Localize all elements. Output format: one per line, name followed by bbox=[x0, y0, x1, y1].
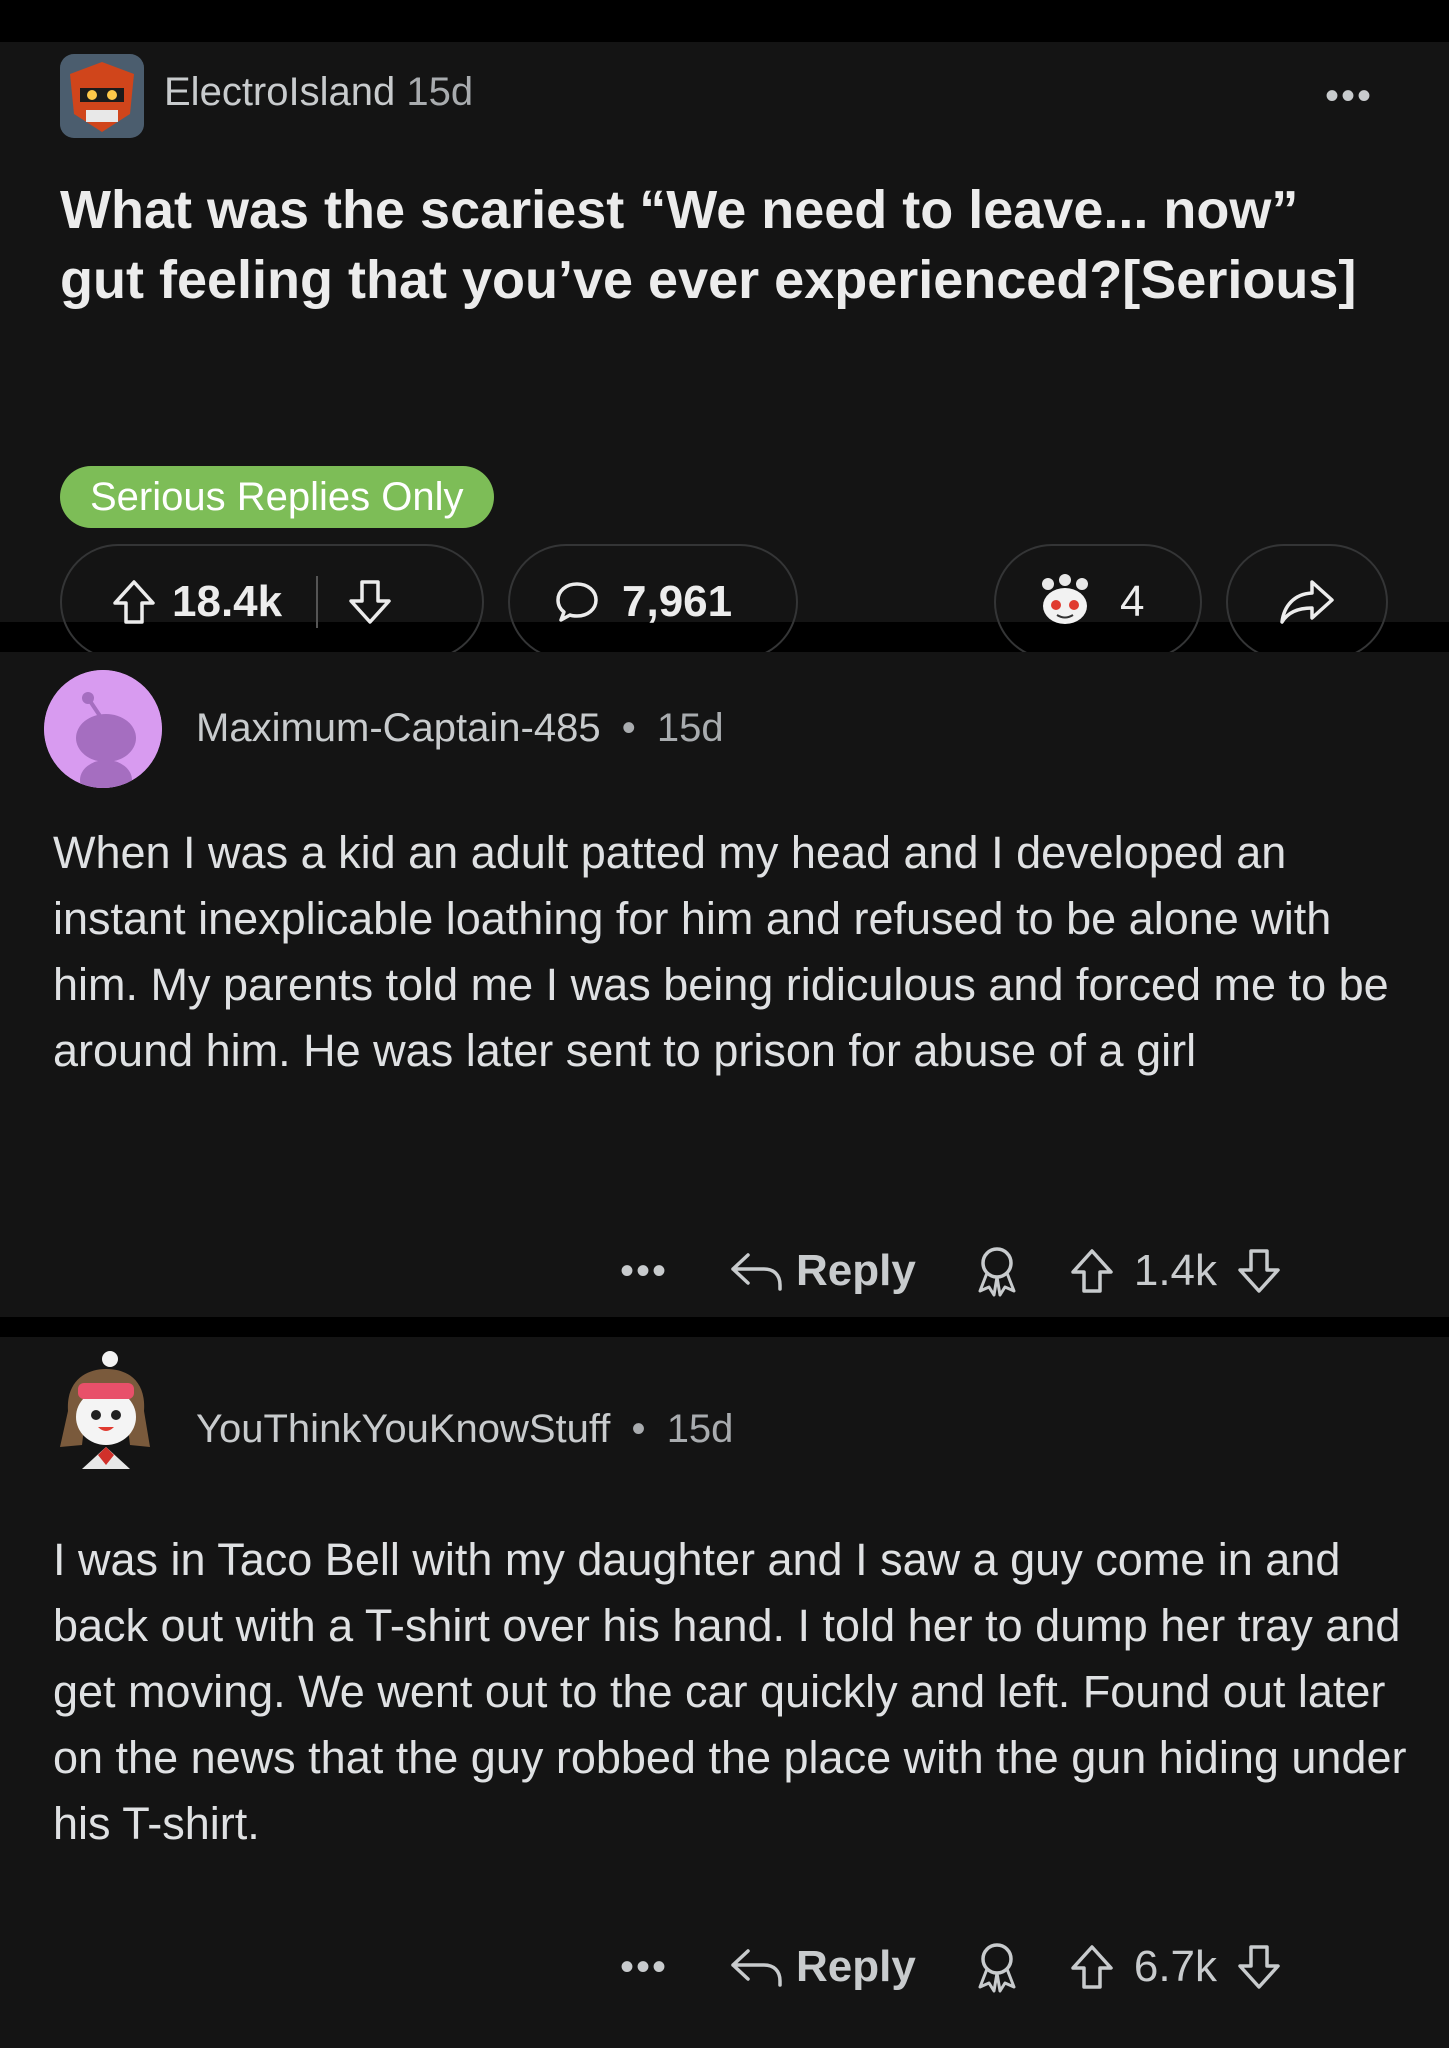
post-flair[interactable]: Serious Replies Only bbox=[60, 466, 494, 528]
comment-actions: ••• Reply 1.4k bbox=[620, 1245, 1281, 1297]
vote-divider bbox=[316, 576, 319, 628]
comment-card: YouThinkYouKnowStuff • 15d I was in Taco… bbox=[0, 1337, 1449, 2048]
award-count: 4 bbox=[1120, 577, 1145, 626]
comment-age: 15d bbox=[656, 706, 724, 750]
comment-icon bbox=[554, 580, 600, 624]
downvote-icon[interactable] bbox=[1237, 1944, 1281, 1990]
comment-author[interactable]: YouThinkYouKnowStuff bbox=[196, 1407, 610, 1451]
post-card: ElectroIsland 15d ••• What was the scari… bbox=[0, 42, 1449, 660]
comment-author[interactable]: Maximum-Captain-485 bbox=[196, 706, 601, 750]
meta-separator: • bbox=[621, 706, 636, 750]
meta-separator: • bbox=[631, 1407, 646, 1451]
vote-pill: 18.4k bbox=[60, 544, 484, 660]
comment-author-avatar[interactable] bbox=[44, 670, 162, 788]
post-upvote-count: 18.4k bbox=[172, 577, 283, 626]
downvote-icon[interactable] bbox=[1237, 1248, 1281, 1294]
comment-score: 6.7k bbox=[1133, 1942, 1218, 1991]
post-title[interactable]: What was the scariest “We need to leave.… bbox=[60, 175, 1380, 315]
post-meta: ElectroIsland 15d bbox=[164, 70, 473, 115]
upvote-icon[interactable] bbox=[112, 579, 156, 625]
awards-button[interactable]: 4 bbox=[994, 544, 1202, 660]
comment-score: 1.4k bbox=[1133, 1246, 1218, 1295]
comment-actions: ••• Reply 6.7k bbox=[620, 1941, 1281, 1993]
comment-author-avatar[interactable] bbox=[46, 1351, 164, 1469]
comment-meta: YouThinkYouKnowStuff • 15d bbox=[196, 1407, 733, 1452]
post-author[interactable]: ElectroIsland bbox=[164, 70, 395, 114]
post-age: 15d bbox=[406, 70, 474, 114]
upvote-icon[interactable] bbox=[1070, 1944, 1114, 1990]
comments-button[interactable]: 7,961 bbox=[508, 544, 798, 660]
comment-body: When I was a kid an adult patted my head… bbox=[53, 827, 1389, 1076]
reply-label: Reply bbox=[796, 1942, 916, 1991]
comment-body: I was in Taco Bell with my daughter and … bbox=[53, 1534, 1407, 1849]
comment-meta: Maximum-Captain-485 • 15d bbox=[196, 706, 724, 751]
more-icon[interactable]: ••• bbox=[1325, 74, 1373, 119]
reply-label: Reply bbox=[796, 1246, 916, 1295]
comment-card: Maximum-Captain-485 • 15d When I was a k… bbox=[0, 652, 1449, 1317]
upvote-icon[interactable] bbox=[1070, 1248, 1114, 1294]
more-icon[interactable]: ••• bbox=[620, 1945, 668, 1990]
comment-count: 7,961 bbox=[622, 577, 733, 626]
award-icon bbox=[1036, 574, 1094, 630]
more-icon[interactable]: ••• bbox=[620, 1249, 668, 1294]
award-icon[interactable] bbox=[974, 1245, 1020, 1297]
share-button[interactable] bbox=[1226, 544, 1388, 660]
reply-icon bbox=[728, 1945, 784, 1989]
reply-button[interactable]: Reply bbox=[728, 1246, 916, 1296]
reply-icon bbox=[728, 1249, 784, 1293]
share-icon bbox=[1278, 578, 1336, 626]
reply-button[interactable]: Reply bbox=[728, 1942, 916, 1992]
post-author-avatar[interactable] bbox=[60, 54, 144, 138]
comment-age: 15d bbox=[666, 1407, 734, 1451]
downvote-icon[interactable] bbox=[348, 579, 392, 625]
award-icon[interactable] bbox=[974, 1941, 1020, 1993]
